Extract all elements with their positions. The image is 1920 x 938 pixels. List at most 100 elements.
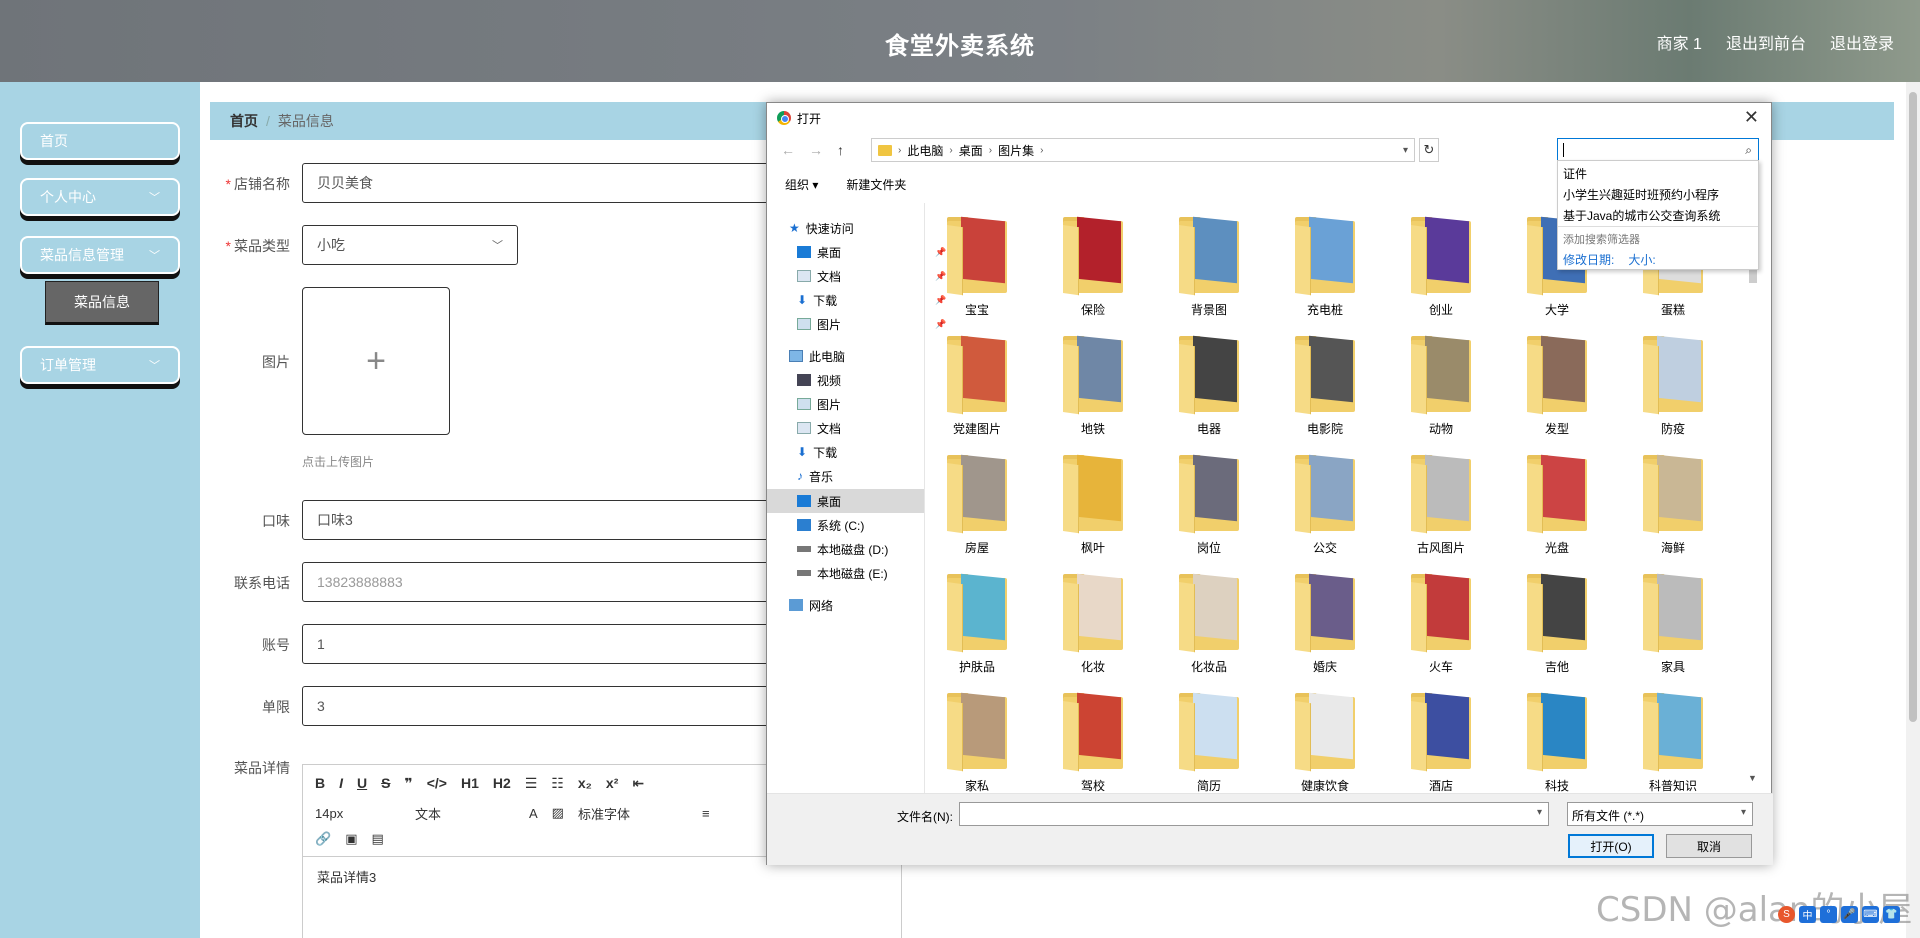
code-button[interactable]: </> — [427, 775, 447, 791]
refresh-icon[interactable]: ↻ — [1419, 138, 1439, 162]
h1-button[interactable]: H1 — [461, 775, 479, 791]
page-scrollbar[interactable] — [1906, 82, 1920, 938]
video-icon[interactable]: ▤ — [371, 831, 383, 847]
folder-item[interactable]: 宝宝 — [927, 216, 1027, 317]
image-icon[interactable]: ▣ — [345, 831, 357, 847]
font-color-icon[interactable]: A — [529, 806, 538, 821]
cancel-button[interactable]: 取消 — [1666, 834, 1752, 858]
folder-item[interactable]: 简历 — [1159, 692, 1259, 793]
folder-item[interactable]: 海鲜 — [1623, 454, 1723, 555]
suggestion-item[interactable]: 基于Java的城市公交查询系统 — [1558, 203, 1758, 224]
page-scrollbar-thumb[interactable] — [1909, 92, 1917, 722]
nav-quick-access[interactable]: ★ 快速访问 — [789, 217, 854, 239]
ime-logo-icon[interactable]: S — [1778, 906, 1795, 923]
nav-drive-d[interactable]: 本地磁盘 (D:) — [797, 538, 888, 560]
open-button[interactable]: 打开(O) — [1568, 834, 1654, 858]
background-color-icon[interactable]: ▨ — [552, 805, 564, 821]
chevron-down-icon[interactable]: ▾ — [1403, 145, 1408, 156]
folder-item[interactable]: 发型 — [1507, 335, 1607, 436]
sidebar-item-home[interactable]: 首页 — [20, 122, 180, 160]
nav-quick-desktop[interactable]: 桌面 📌 — [797, 241, 947, 263]
nav-this-pc[interactable]: 此电脑 — [789, 345, 845, 367]
scroll-down-icon[interactable]: ▼ — [1748, 773, 1757, 783]
folder-item[interactable]: 电影院 — [1275, 335, 1375, 436]
sidebar-item-profile[interactable]: 个人中心 ﹀ — [20, 178, 180, 216]
folder-item[interactable]: 古风图片 — [1391, 454, 1491, 555]
nav-pc-documents[interactable]: 文档 — [797, 417, 841, 439]
folder-item[interactable]: 党建图片 — [927, 335, 1027, 436]
folder-item[interactable]: 科技 — [1507, 692, 1607, 793]
file-name-input[interactable]: ▾ — [959, 802, 1549, 826]
merchant-link[interactable]: 商家 1 — [1657, 30, 1702, 54]
link-icon[interactable]: 🔗 — [315, 831, 331, 847]
italic-button[interactable]: I — [339, 775, 343, 791]
folder-item[interactable]: 化妆品 — [1159, 573, 1259, 674]
filter-date-modified[interactable]: 修改日期: — [1563, 251, 1614, 268]
folder-item[interactable]: 动物 — [1391, 335, 1491, 436]
up-arrow-icon[interactable]: ↑ — [837, 142, 844, 158]
close-icon[interactable]: ✕ — [1744, 107, 1759, 128]
subscript-button[interactable]: x₂ — [578, 775, 592, 791]
organize-button[interactable]: 组织 ▾ — [785, 176, 818, 193]
block-type-select[interactable]: 文本 — [415, 804, 515, 823]
nav-network[interactable]: 网络 — [789, 594, 833, 616]
folder-item[interactable]: 电器 — [1159, 335, 1259, 436]
search-icon[interactable]: ⌕ — [1745, 143, 1752, 158]
file-type-select[interactable]: 所有文件 (*.*) ▾ — [1567, 802, 1753, 826]
back-arrow-icon[interactable]: ← — [781, 142, 795, 158]
folder-item[interactable]: 公交 — [1275, 454, 1375, 555]
folder-item[interactable]: 岗位 — [1159, 454, 1259, 555]
folder-item[interactable]: 火车 — [1391, 573, 1491, 674]
folder-item[interactable]: 护肤品 — [927, 573, 1027, 674]
ime-mode-icon[interactable]: 中 — [1799, 906, 1816, 923]
folder-item[interactable]: 化妆 — [1043, 573, 1143, 674]
forward-arrow-icon[interactable]: → — [809, 142, 823, 158]
folder-item[interactable]: 酒店 — [1391, 692, 1491, 793]
nav-pc-music[interactable]: ♪ 音乐 — [797, 465, 833, 487]
folder-item[interactable]: 枫叶 — [1043, 454, 1143, 555]
new-folder-button[interactable]: 新建文件夹 — [846, 176, 906, 193]
folder-item[interactable]: 地铁 — [1043, 335, 1143, 436]
back-to-frontend-link[interactable]: 退出到前台 — [1726, 30, 1806, 54]
folder-item[interactable]: 保险 — [1043, 216, 1143, 317]
nav-pc-desktop[interactable]: 桌面 — [797, 490, 841, 512]
breadcrumb-home[interactable]: 首页 — [230, 111, 258, 131]
folder-item[interactable]: 充电桩 — [1275, 216, 1375, 317]
filter-size[interactable]: 大小: — [1628, 251, 1655, 268]
folder-item[interactable]: 房屋 — [927, 454, 1027, 555]
nav-drive-e[interactable]: 本地磁盘 (E:) — [797, 562, 888, 584]
submenu-dish-info[interactable]: 菜品信息 — [45, 281, 159, 325]
suggestion-item[interactable]: 证件 — [1558, 161, 1758, 182]
logout-link[interactable]: 退出登录 — [1830, 30, 1894, 54]
nav-pc-pictures[interactable]: 图片 — [797, 393, 841, 415]
chevron-down-icon[interactable]: ▾ — [1537, 807, 1542, 818]
image-upload-box[interactable]: + — [302, 287, 450, 435]
outdent-button[interactable]: ⇤ — [632, 775, 644, 792]
search-input[interactable]: ⌕ — [1557, 138, 1759, 162]
nav-pc-videos[interactable]: 视频 — [797, 369, 841, 391]
path-segment[interactable]: 桌面 — [959, 142, 983, 159]
path-segment[interactable]: 此电脑 — [907, 142, 943, 159]
nav-drive-c[interactable]: 系统 (C:) — [797, 514, 864, 536]
font-size-select[interactable]: 14px — [315, 806, 401, 821]
nav-quick-downloads[interactable]: ⬇ 下载 📌 — [797, 289, 947, 311]
bold-button[interactable]: B — [315, 775, 325, 791]
align-icon[interactable]: ≡ — [702, 806, 710, 821]
font-family-select[interactable]: 标准字体 — [578, 804, 688, 823]
folder-item[interactable]: 家私 — [927, 692, 1027, 793]
address-bar[interactable]: › 此电脑 › 桌面 › 图片集 › ▾ — [871, 138, 1415, 162]
ordered-list-button[interactable]: ☰ — [525, 775, 538, 792]
underline-button[interactable]: U — [357, 775, 367, 791]
ime-skin-icon[interactable]: 👕 — [1883, 906, 1900, 923]
superscript-button[interactable]: x² — [606, 775, 618, 791]
ime-keyboard-icon[interactable]: ⌨ — [1862, 906, 1879, 923]
nav-pc-downloads[interactable]: ⬇ 下载 — [797, 441, 837, 463]
folder-item[interactable]: 创业 — [1391, 216, 1491, 317]
folder-item[interactable]: 婚庆 — [1275, 573, 1375, 674]
sidebar-item-order-management[interactable]: 订单管理 ﹀ — [20, 346, 180, 384]
folder-item[interactable]: 光盘 — [1507, 454, 1607, 555]
strike-button[interactable]: S — [381, 775, 390, 791]
path-segment[interactable]: 图片集 — [998, 142, 1034, 159]
bullet-list-button[interactable]: ☷ — [551, 775, 564, 792]
ime-punct-icon[interactable]: ° — [1820, 906, 1837, 923]
